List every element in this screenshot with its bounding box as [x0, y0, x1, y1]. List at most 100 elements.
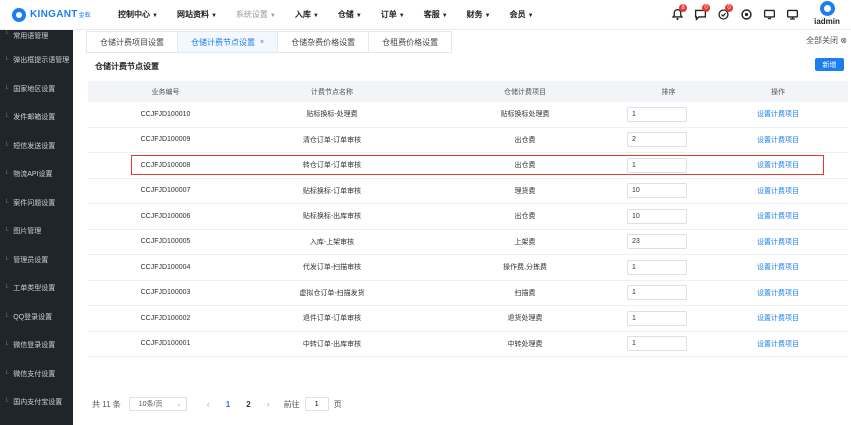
- sidebar-item-5[interactable]: └ 物流API设置: [0, 160, 73, 189]
- task-icon[interactable]: 0: [716, 4, 733, 21]
- sidebar-item-2[interactable]: └ 国家地区设置: [0, 75, 73, 104]
- logo[interactable]: KINGANT 金蚁: [0, 7, 118, 22]
- sort-input[interactable]: [627, 208, 687, 224]
- cell-billing-item: 理货费: [514, 187, 536, 195]
- tab-2[interactable]: 仓储杂费价格设置: [278, 31, 370, 53]
- sort-input[interactable]: [627, 285, 687, 301]
- sort-input[interactable]: [627, 183, 687, 199]
- avatar[interactable]: [819, 1, 835, 16]
- cell-node-name: 代发订单-扫描审核: [302, 264, 362, 272]
- cell-sort: [627, 183, 708, 199]
- sidebar-item-9[interactable]: └ 工单类型设置: [0, 274, 73, 303]
- cell-sort: [627, 310, 708, 326]
- sort-input[interactable]: [627, 336, 687, 352]
- settings-icon[interactable]: [739, 7, 753, 21]
- tab-1[interactable]: 仓储计费节点设置 ×: [178, 31, 279, 53]
- set-billing-item-link[interactable]: 设置计费项目: [757, 111, 799, 118]
- prev-page-icon[interactable]: ‹: [207, 399, 210, 409]
- sidebar-item-7[interactable]: └ 图片管理: [0, 217, 73, 246]
- branch-icon: └: [4, 199, 9, 206]
- col-header-node: 计费节点名称: [311, 88, 353, 96]
- cell-code: CCJFJD100005: [140, 238, 191, 246]
- cell-billing-item: 扫描费: [514, 289, 536, 297]
- nav-item-0[interactable]: 控制中心 ▼: [118, 9, 158, 20]
- message-icon[interactable]: 0: [693, 4, 710, 21]
- nav-item-3[interactable]: 入库 ▼: [295, 9, 319, 20]
- cell-node-name: 虚拟仓订单-扫描发货: [299, 289, 365, 297]
- table-body: CCJFJD100010贴标换标-处理费贴标换标处理费设置计费项目CCJFJD1…: [88, 102, 848, 357]
- nav-item-6[interactable]: 客服 ▼: [424, 9, 448, 20]
- set-billing-item-link[interactable]: 设置计费项目: [757, 290, 799, 297]
- caret-down-icon: ▼: [398, 13, 405, 19]
- nav-item-label: 订单: [380, 10, 397, 19]
- close-all-button[interactable]: 全部关闭 ⊗: [806, 35, 847, 46]
- page-2[interactable]: 2: [246, 400, 250, 409]
- nav-item-4[interactable]: 仓储 ▼: [338, 9, 362, 20]
- new-button[interactable]: 新增: [815, 58, 844, 71]
- tab-label: 仓储杂费价格设置: [291, 37, 356, 47]
- cell-code: CCJFJD100004: [140, 263, 191, 271]
- cell-sort: [627, 132, 708, 148]
- page-size-value: 10条/页: [138, 401, 163, 408]
- chat-icon[interactable]: [762, 7, 776, 21]
- col-header-sort: 排序: [661, 88, 676, 96]
- sort-input[interactable]: [627, 157, 687, 173]
- set-billing-item-link[interactable]: 设置计费项目: [757, 188, 799, 195]
- nav-item-8[interactable]: 会员 ▼: [510, 9, 534, 20]
- nav-item-label: 客服: [423, 10, 440, 19]
- sort-input[interactable]: [627, 106, 687, 122]
- sidebar-item-1[interactable]: └ 弹出框提示语管理: [0, 46, 73, 75]
- nav-item-1[interactable]: 网站资料 ▼: [177, 9, 217, 20]
- set-billing-item-link[interactable]: 设置计费项目: [757, 162, 799, 169]
- sidebar-item-6[interactable]: └ 案件问题设置: [0, 189, 73, 218]
- caret-down-icon: ▼: [355, 13, 362, 19]
- sort-input[interactable]: [627, 132, 687, 148]
- sort-input[interactable]: [627, 310, 687, 326]
- sidebar-item-0[interactable]: └ 常用语管理: [0, 30, 73, 46]
- sidebar-item-3[interactable]: └ 发件邮箱设置: [0, 103, 73, 132]
- cell-action: 设置计费项目: [708, 313, 848, 323]
- branch-icon: └: [4, 342, 9, 349]
- user-menu[interactable]: iadmin: [809, 1, 845, 26]
- branch-icon: └: [4, 57, 9, 64]
- table-row: CCJFJD100003 虚拟仓订单-扫描发货 扫描费 设置计费项目: [88, 281, 848, 306]
- nav-item-7[interactable]: 财务 ▼: [467, 9, 491, 20]
- sidebar-item-8[interactable]: └ 管理员设置: [0, 246, 73, 275]
- sidebar-item-12[interactable]: └ 微信支付设置: [0, 360, 73, 389]
- sidebar-item-label: 图片管理: [13, 228, 42, 236]
- brand-sub: 金蚁: [78, 13, 91, 19]
- cell-sort: [627, 336, 708, 352]
- sidebar-item-label: 物流API设置: [13, 171, 53, 179]
- nav-item-5[interactable]: 订单 ▼: [381, 9, 405, 20]
- set-billing-item-link[interactable]: 设置计费项目: [757, 341, 799, 348]
- sort-input[interactable]: [627, 259, 687, 275]
- set-billing-item-link[interactable]: 设置计费项目: [757, 213, 799, 220]
- set-billing-item-link[interactable]: 设置计费项目: [757, 137, 799, 144]
- set-billing-item-link[interactable]: 设置计费项目: [757, 315, 799, 322]
- cell-action: 设置计费项目: [708, 186, 848, 196]
- col-header-action: 操作: [771, 88, 785, 96]
- tab-0[interactable]: 仓储计费项目设置: [86, 31, 178, 53]
- bell-icon[interactable]: 8: [670, 4, 687, 21]
- next-page-icon[interactable]: ›: [267, 399, 270, 409]
- sidebar-item-label: 国家地区设置: [13, 85, 56, 93]
- goto-page-input[interactable]: [304, 397, 329, 411]
- notification-badge: 8: [679, 4, 687, 12]
- sidebar-item-11[interactable]: └ 微信登录设置: [0, 331, 73, 360]
- sidebar-item-13[interactable]: └ 国内支付宝设置: [0, 388, 73, 417]
- nav-item-2[interactable]: 系统设置 ▼: [236, 9, 276, 20]
- page-size-select[interactable]: 10条/页 ⌄: [128, 397, 187, 411]
- sidebar-item-4[interactable]: └ 短信发送设置: [0, 132, 73, 161]
- page-title: 仓储计费节点设置: [95, 62, 159, 71]
- nav-item-label: 财务: [466, 10, 483, 19]
- monitor-icon[interactable]: [785, 7, 799, 21]
- nav-item-label: 网站资料: [176, 10, 209, 19]
- close-icon[interactable]: ×: [260, 39, 264, 46]
- table-row: CCJFJD100008 转仓订单-订单审核 出仓费 设置计费项目: [88, 153, 848, 179]
- set-billing-item-link[interactable]: 设置计费项目: [757, 264, 799, 271]
- set-billing-item-link[interactable]: 设置计费项目: [757, 239, 799, 246]
- sidebar-item-10[interactable]: └ QQ登录设置: [0, 303, 73, 332]
- tab-3[interactable]: 仓租费价格设置: [369, 31, 453, 53]
- page-1[interactable]: 1: [226, 400, 230, 409]
- sort-input[interactable]: [627, 234, 687, 250]
